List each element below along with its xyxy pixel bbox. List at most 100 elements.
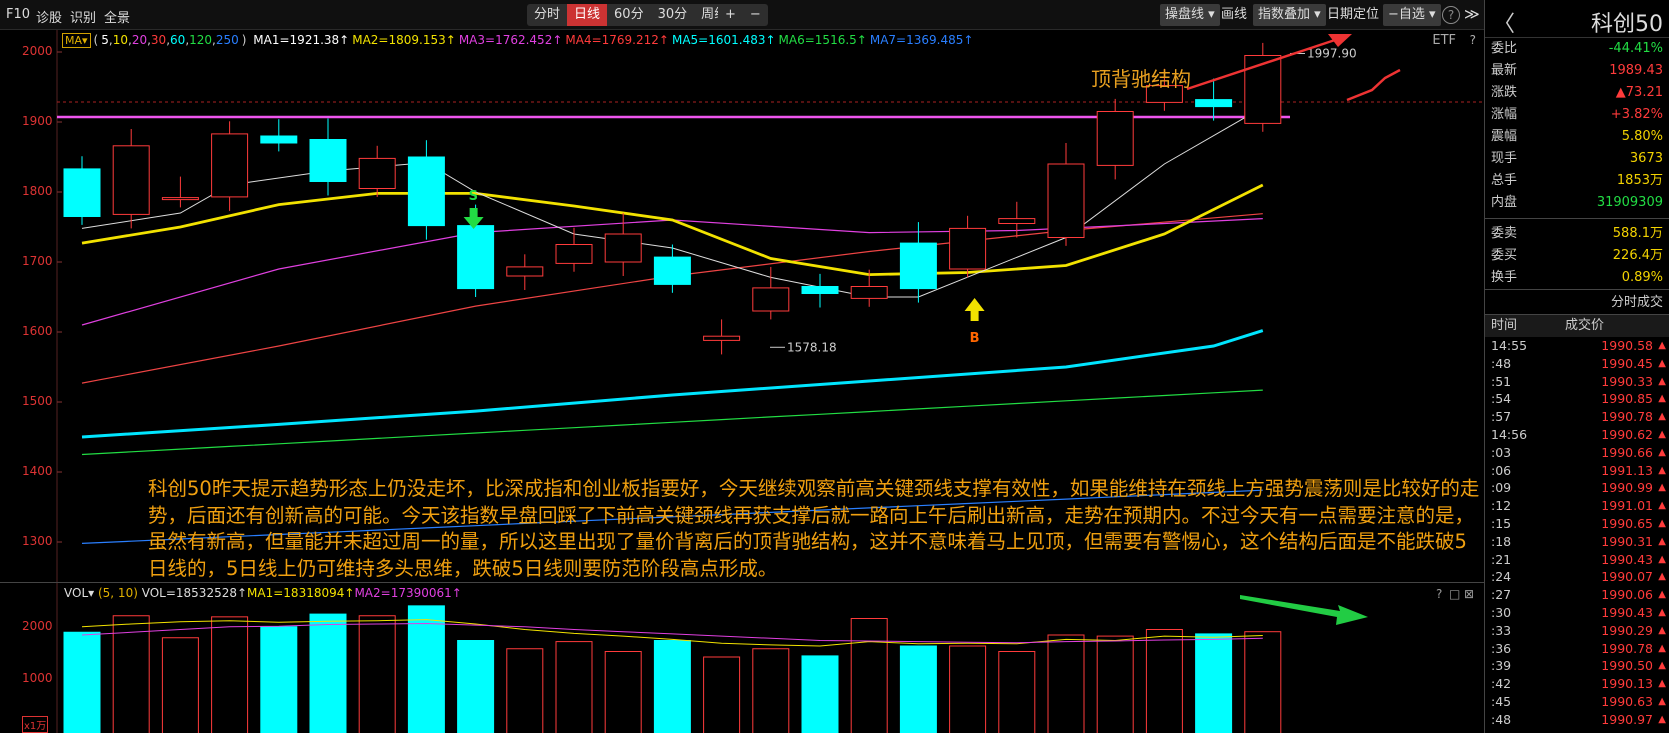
trade-row[interactable]: :39 1990.50 ▲ xyxy=(1485,657,1669,675)
trade-row[interactable]: :42 1990.13 ▲ xyxy=(1485,675,1669,693)
fullscreen-menu[interactable]: 全景 xyxy=(104,7,130,26)
period-tabs: 分时日线60分30分周线 ▾ xyxy=(527,4,745,26)
draw-line-button[interactable]: 画线 xyxy=(1216,4,1252,26)
vol-dropdown-button[interactable]: VOL▾ xyxy=(64,586,94,600)
quote-panel: 〈 科创50 委比 -44.41% 最新 1989.43 涨跌 ▲73.21 涨幅 +3.82… xyxy=(1484,0,1669,733)
trade-row[interactable]: :06 1991.13 ▲ xyxy=(1485,462,1669,480)
trade-row[interactable]: :51 1990.66 ▲ xyxy=(1485,729,1669,733)
trade-row[interactable]: :36 1990.78 ▲ xyxy=(1485,640,1669,658)
candle-up xyxy=(1244,55,1282,124)
trade-price: 1990.97 xyxy=(1601,711,1653,727)
identify-menu[interactable]: 识别 xyxy=(70,7,96,26)
volume-bar xyxy=(604,651,642,733)
trade-time: :06 xyxy=(1491,462,1512,478)
trade-row[interactable]: :48 1990.45 ▲ xyxy=(1485,355,1669,373)
volume-bar xyxy=(63,631,101,733)
tab-period-0[interactable]: 分时 xyxy=(527,4,567,26)
trade-row[interactable]: 14:55 1990.58 ▲ xyxy=(1485,337,1669,355)
help-icon[interactable]: ? xyxy=(1442,6,1460,24)
back-icon[interactable]: 〈 xyxy=(1493,6,1515,38)
zoom-in-button[interactable]: + xyxy=(718,4,743,26)
trade-row[interactable]: :09 1990.99 ▲ xyxy=(1485,479,1669,497)
quote-stat-value: 5.80% xyxy=(1621,129,1663,144)
trade-row[interactable]: :03 1990.66 ▲ xyxy=(1485,444,1669,462)
chart-help-icon[interactable]: ? xyxy=(1470,33,1476,47)
trade-row[interactable]: :27 1990.06 ▲ xyxy=(1485,586,1669,604)
quote-stat-value: ▲73.21 xyxy=(1615,85,1663,100)
trade-row[interactable]: :30 1990.43 ▲ xyxy=(1485,604,1669,622)
vol-help-icon[interactable]: ? xyxy=(1436,587,1442,601)
trades-list[interactable]: 14:55 1990.58 ▲:48 1990.45 ▲:51 1990.33 ▲:54 19… xyxy=(1485,337,1669,733)
ma5-line xyxy=(81,329,1264,439)
up-arrow-icon: ▲ xyxy=(1658,678,1666,690)
trade-row[interactable]: :57 1990.78 ▲ xyxy=(1485,408,1669,426)
security-name: 科创50 xyxy=(1591,12,1663,37)
tab-period-3[interactable]: 30分 xyxy=(651,4,695,26)
divider xyxy=(1485,218,1669,219)
volume-plot[interactable] xyxy=(0,583,1484,733)
trade-row[interactable]: :24 1990.07 ▲ xyxy=(1485,568,1669,586)
order-stat-row: 换手 0.89% xyxy=(1485,267,1669,289)
volume-bar xyxy=(457,640,495,733)
trade-row[interactable]: :48 1990.97 ▲ xyxy=(1485,711,1669,729)
trade-price: 1990.13 xyxy=(1601,676,1653,692)
trade-row[interactable]: :54 1990.85 ▲ xyxy=(1485,390,1669,408)
collapse-icon[interactable]: ≫ xyxy=(1464,5,1480,23)
trade-row[interactable]: :45 1990.63 ▲ xyxy=(1485,693,1669,711)
trade-price: 1990.43 xyxy=(1601,551,1653,567)
trade-row[interactable]: :33 1990.29 ▲ xyxy=(1485,622,1669,640)
trade-time: :21 xyxy=(1491,551,1512,567)
candle-up xyxy=(112,145,150,215)
up-arrow-icon: ▲ xyxy=(1658,357,1666,369)
etf-label[interactable]: ETF xyxy=(1432,33,1456,48)
main-kline-chart[interactable]: 1997.90 1578.18 S B MA▾(5,10,20,30,60,120,2… xyxy=(0,30,1484,582)
candle-up xyxy=(850,286,888,299)
trade-row[interactable]: :15 1990.65 ▲ xyxy=(1485,515,1669,533)
ma4-line xyxy=(81,213,1263,384)
up-arrow-icon: ▲ xyxy=(1658,535,1666,547)
trade-row[interactable]: 14:56 1990.62 ▲ xyxy=(1485,426,1669,444)
quote-stat-value: 3673 xyxy=(1629,151,1663,166)
trade-row[interactable]: :51 1990.33 ▲ xyxy=(1485,373,1669,391)
date-locate-button[interactable]: 日期定位 xyxy=(1322,4,1384,26)
quote-stat-value: +3.82% xyxy=(1610,107,1663,122)
watchlist-dropdown[interactable]: −自选 ▾ xyxy=(1383,4,1441,26)
trade-row[interactable]: :18 1990.31 ▲ xyxy=(1485,533,1669,551)
quote-stat-row: 涨跌 ▲73.21 xyxy=(1485,82,1669,104)
trade-price: 1990.07 xyxy=(1601,569,1653,585)
trade-price: 1991.13 xyxy=(1601,462,1653,478)
vol-maximize-icon[interactable]: □ xyxy=(1449,587,1460,601)
tab-period-2[interactable]: 60分 xyxy=(607,4,651,26)
candle-down xyxy=(1195,99,1233,108)
up-arrow-icon: ▲ xyxy=(1658,375,1666,387)
high-price-label: 1997.90 xyxy=(1307,46,1357,60)
order-stat-row: 委卖 588.1万 xyxy=(1485,223,1669,245)
trade-time: :39 xyxy=(1491,658,1512,674)
trade-time: :36 xyxy=(1491,640,1512,656)
trade-row[interactable]: :21 1990.43 ▲ xyxy=(1485,551,1669,569)
up-arrow-icon: ▲ xyxy=(1658,517,1666,529)
up-arrow-icon: ▲ xyxy=(1658,446,1666,458)
vol-params: (5, 10) xyxy=(97,586,138,600)
quote-stat-value: 1989.43 xyxy=(1609,63,1663,78)
trade-price: 1990.62 xyxy=(1601,426,1653,442)
trade-price: 1990.66 xyxy=(1601,729,1653,733)
diagnose-menu[interactable]: 诊股 xyxy=(36,7,62,26)
trades-title[interactable]: 分时成交 xyxy=(1485,289,1669,315)
ma-dropdown-button[interactable]: MA▾ xyxy=(62,33,91,48)
index-overlay-dropdown[interactable]: 指数叠加 ▾ xyxy=(1253,4,1326,26)
tab-period-1[interactable]: 日线 xyxy=(567,4,608,26)
volume-trend-arrow-icon xyxy=(1240,595,1368,625)
trade-row[interactable]: :12 1991.01 ▲ xyxy=(1485,497,1669,515)
stock-chart-app: F10 诊股 识别 全景 分时日线60分30分周线 ▾ + − 操盘线 ▾ 画线… xyxy=(0,0,1669,733)
quote-stat-label: 内盘 xyxy=(1491,195,1518,210)
up-arrow-icon: ▲ xyxy=(1658,589,1666,601)
volume-chart[interactable]: VOL▾ (5, 10) VOL=18532528↑MA1=18318094↑M… xyxy=(0,582,1484,733)
trade-price: 1990.78 xyxy=(1601,640,1653,656)
f10-menu[interactable]: F10 xyxy=(6,7,30,22)
vol-close-icon[interactable]: ⊠ xyxy=(1464,587,1474,601)
trades-header: 时间 成交价 xyxy=(1485,315,1669,337)
op-line-dropdown[interactable]: 操盘线 ▾ xyxy=(1160,4,1220,26)
zoom-out-button[interactable]: − xyxy=(743,4,768,26)
trade-time: :27 xyxy=(1491,587,1512,603)
